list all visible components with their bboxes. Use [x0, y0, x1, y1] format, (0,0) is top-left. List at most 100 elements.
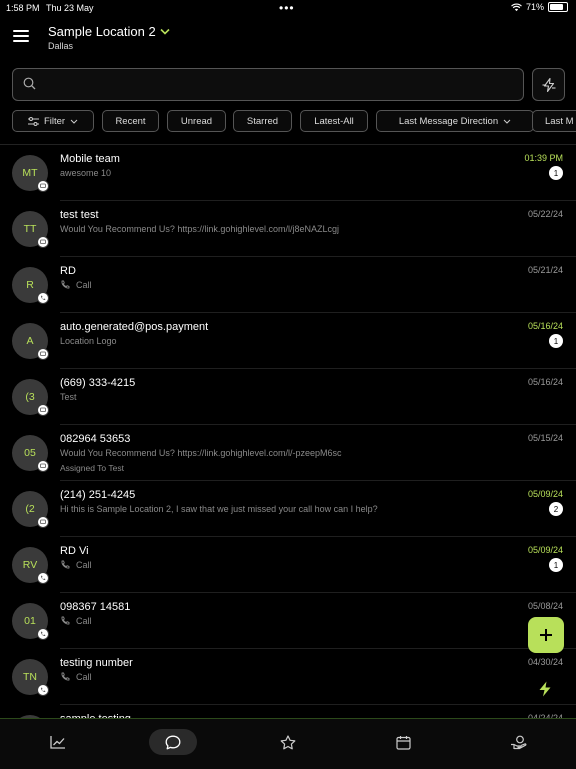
avatar-initials: TT	[23, 223, 37, 235]
status-date: Thu 23 May	[46, 3, 94, 13]
tab-reporting[interactable]	[34, 729, 82, 755]
chip-unread[interactable]: Unread	[167, 110, 226, 132]
message-date: 05/09/24	[527, 545, 563, 555]
conversation-row[interactable]: (3 (669) 333-4215 Test 05/16/24	[0, 369, 576, 425]
hamburger-menu-icon[interactable]	[13, 30, 29, 44]
preview-text: awesome 10	[60, 168, 112, 178]
contact-name: RD	[60, 265, 76, 277]
phone-icon	[61, 672, 70, 681]
message-date: 04/30/24	[527, 657, 563, 667]
avatar: A	[12, 323, 49, 360]
conversation-row[interactable]: TN testing number Call 04/30/24	[0, 649, 576, 705]
preview-text: Test	[60, 392, 77, 402]
message-date: 05/16/24	[527, 377, 563, 387]
avatar: TN	[12, 659, 49, 696]
tab-calendar[interactable]	[379, 729, 427, 755]
message-preview: Call	[60, 560, 92, 570]
conversation-row[interactable]: TT test test Would You Recommend Us? htt…	[0, 201, 576, 257]
conversation-row[interactable]: 05 082964 53653 Would You Recommend Us? …	[0, 425, 576, 481]
multitask-dots-icon[interactable]: •••	[279, 1, 295, 15]
message-date: 05/22/24	[527, 209, 563, 219]
avatar-initials: TN	[23, 671, 37, 683]
header: Sample Location 2 Dallas	[0, 18, 576, 62]
message-channel-icon	[37, 348, 49, 360]
conversation-row[interactable]: (2 (214) 251-4245 Hi this is Sample Loca…	[0, 481, 576, 537]
call-channel-icon	[37, 628, 49, 640]
message-preview: Call	[60, 616, 92, 626]
filter-chips: Filter Recent Unread Starred Latest-All …	[12, 110, 576, 134]
message-channel-icon	[37, 516, 49, 528]
chip-label: Latest-All	[314, 115, 354, 127]
chart-icon	[50, 736, 65, 749]
preview-text: Hi this is Sample Location 2, I saw that…	[60, 504, 378, 514]
message-preview: Hi this is Sample Location 2, I saw that…	[60, 504, 378, 514]
avatar-initials: 01	[24, 615, 36, 627]
chip-label: Starred	[246, 115, 279, 127]
avatar: TT	[12, 211, 49, 248]
chevron-down-icon	[70, 119, 78, 124]
message-preview: Would You Recommend Us? https://link.goh…	[60, 448, 341, 458]
call-channel-icon	[37, 684, 49, 696]
message-preview: Test	[60, 392, 77, 402]
avatar: R	[12, 267, 49, 304]
avatar: (3	[12, 379, 49, 416]
preview-text: Call	[76, 672, 92, 682]
message-preview: Call	[60, 280, 92, 290]
conversation-row[interactable]: A auto.generated@pos.payment Location Lo…	[0, 313, 576, 369]
preview-text: Would You Recommend Us? https://link.goh…	[60, 224, 339, 234]
status-bar: 1:58 PM Thu 23 May ••• 71%	[0, 0, 576, 16]
bottom-tab-bar	[0, 718, 576, 769]
chip-last-message-direction[interactable]: Last Message Direction	[376, 110, 534, 132]
message-preview: Call	[60, 672, 92, 682]
message-date: 05/16/24	[527, 321, 563, 331]
chip-label: Recent	[115, 115, 146, 127]
message-preview: awesome 10	[60, 168, 111, 178]
location-city: Dallas	[48, 41, 74, 51]
tab-payments[interactable]	[494, 729, 542, 755]
chip-last-m[interactable]: Last M	[532, 110, 576, 132]
avatar: 05	[12, 435, 49, 472]
chat-bubble-icon	[165, 735, 181, 749]
conversation-list[interactable]: MT Mobile team awesome 10 01:39 PM 1 TT …	[0, 145, 576, 718]
new-conversation-button[interactable]	[528, 617, 564, 653]
avatar-initials: A	[26, 335, 34, 347]
message-date: 01:39 PM	[524, 153, 563, 163]
message-channel-icon	[37, 404, 49, 416]
conversation-row[interactable]: RV RD Vi Call 05/09/24 1	[0, 537, 576, 593]
message-date: 05/09/24	[527, 489, 563, 499]
contact-name: test test	[60, 209, 99, 221]
location-switcher[interactable]: Sample Location 2	[48, 24, 170, 39]
quick-action-bolt-icon[interactable]	[538, 681, 552, 702]
filter-label: Filter	[43, 115, 66, 127]
chip-latest-all[interactable]: Latest-All	[300, 110, 368, 132]
chevron-down-icon	[160, 28, 170, 35]
unread-count-badge: 1	[549, 558, 563, 572]
avatar: RV	[12, 547, 49, 584]
contact-name: 098367 14581	[60, 601, 131, 613]
hand-coin-icon	[510, 735, 526, 749]
phone-icon	[61, 616, 70, 625]
conversation-row[interactable]: 01 098367 14581 Call 05/08/24	[0, 593, 576, 649]
filter-button[interactable]: Filter	[12, 110, 94, 132]
assigned-label: Assigned To Test	[60, 463, 124, 473]
avatar-initials: 05	[24, 447, 36, 459]
chip-recent[interactable]: Recent	[102, 110, 159, 132]
quick-actions-button[interactable]	[532, 68, 565, 101]
chip-label: Unread	[180, 115, 213, 127]
conversation-row[interactable]: R RD Call 05/21/24	[0, 257, 576, 313]
tab-favorites[interactable]	[264, 729, 312, 755]
chip-starred[interactable]: Starred	[233, 110, 292, 132]
preview-text: Call	[76, 616, 92, 626]
wifi-icon	[511, 2, 522, 11]
search-bar[interactable]	[12, 68, 524, 101]
message-date: 05/15/24	[527, 433, 563, 443]
conversation-row[interactable]: sample testing 04/24/24	[0, 705, 576, 718]
message-channel-icon	[37, 180, 49, 192]
avatar-initials: R	[26, 279, 34, 291]
preview-text: Would You Recommend Us? https://link.goh…	[60, 448, 342, 458]
avatar: (2	[12, 491, 49, 528]
search-input[interactable]	[47, 73, 511, 97]
battery-icon	[548, 2, 568, 12]
tab-conversations[interactable]	[149, 729, 197, 755]
conversation-row[interactable]: MT Mobile team awesome 10 01:39 PM 1	[0, 145, 576, 201]
